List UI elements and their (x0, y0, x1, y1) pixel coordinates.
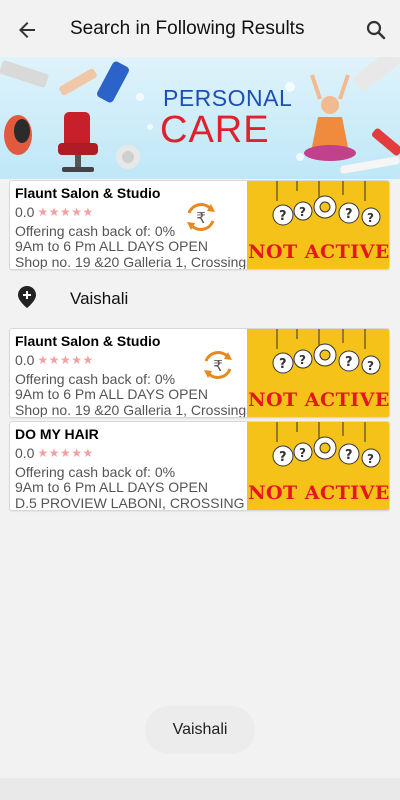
svg-text:₹: ₹ (196, 209, 206, 227)
svg-text:?: ? (345, 448, 353, 463)
svg-text:?: ? (299, 446, 306, 460)
shop-name: Flaunt Salon & Studio (15, 185, 161, 201)
shop-thumbnail: ? ? ? ? NOT ACTIVE (247, 329, 390, 417)
system-navigation-bar (0, 778, 400, 800)
opening-hours: 9Am to 6 Pm ALL DAYS OPEN (15, 238, 208, 254)
rating-value: 0.0 (15, 352, 35, 368)
svg-text:?: ? (279, 209, 287, 224)
cashback-text: Offering cash back of: 0% (15, 464, 176, 480)
shop-card[interactable]: Flaunt Salon & Studio 0.0 ★★★★★ Offering… (9, 180, 390, 270)
rating-value: 0.0 (15, 204, 35, 220)
banner-title-line2: CARE (160, 109, 270, 151)
shop-name: Flaunt Salon & Studio (15, 333, 161, 349)
svg-text:?: ? (345, 207, 353, 222)
star-rating-icon: ★★★★★ (37, 205, 94, 219)
cashback-text: Offering cash back of: 0% (15, 223, 176, 239)
shop-rating: 0.0 ★★★★★ (15, 352, 94, 368)
location-chip[interactable]: Vaishali (145, 706, 255, 754)
shop-thumbnail: ? ? ? ? NOT ACTIVE (247, 422, 390, 510)
svg-text:?: ? (367, 211, 374, 225)
rating-value: 0.0 (15, 445, 35, 461)
svg-text:?: ? (279, 450, 287, 465)
location-label: Vaishali (70, 289, 129, 308)
svg-text:?: ? (299, 205, 306, 219)
search-icon[interactable] (364, 18, 388, 42)
not-active-label: NOT ACTIVE (248, 241, 390, 263)
location-pin-icon (18, 286, 36, 308)
banner-title-line1: PERSONAL (163, 85, 293, 111)
shop-thumbnail: ? ? ? ? NOT ACTIVE (247, 181, 390, 269)
shop-rating: 0.0 ★★★★★ (15, 445, 94, 461)
back-arrow-icon[interactable] (14, 18, 40, 42)
opening-hours: 9Am to 6 Pm ALL DAYS OPEN (15, 386, 208, 402)
svg-text:?: ? (279, 357, 287, 372)
shop-card[interactable]: DO MY HAIR 0.0 ★★★★★ Offering cash back … (9, 421, 390, 511)
not-active-label: NOT ACTIVE (248, 389, 390, 411)
star-rating-icon: ★★★★★ (37, 446, 94, 460)
cashback-rupee-icon: ₹ (187, 203, 215, 231)
svg-text:?: ? (367, 452, 374, 466)
cashback-rupee-icon: ₹ (204, 351, 232, 379)
page-title: Search in Following Results (70, 18, 305, 39)
shop-card[interactable]: Flaunt Salon & Studio 0.0 ★★★★★ Offering… (9, 328, 390, 418)
location-header: Vaishali (18, 286, 128, 308)
shop-rating: 0.0 ★★★★★ (15, 204, 94, 220)
personal-care-banner[interactable]: PERSONAL CARE (0, 57, 400, 179)
shop-name: DO MY HAIR (15, 426, 99, 442)
cashback-text: Offering cash back of: 0% (15, 371, 176, 387)
svg-text:?: ? (367, 359, 374, 373)
svg-text:?: ? (299, 353, 306, 367)
svg-text:₹: ₹ (213, 357, 223, 375)
not-active-label: NOT ACTIVE (248, 482, 390, 504)
star-rating-icon: ★★★★★ (37, 353, 94, 367)
svg-text:?: ? (345, 355, 353, 370)
opening-hours: 9Am to 6 Pm ALL DAYS OPEN (15, 479, 208, 495)
app-bar: Search in Following Results (0, 0, 400, 60)
